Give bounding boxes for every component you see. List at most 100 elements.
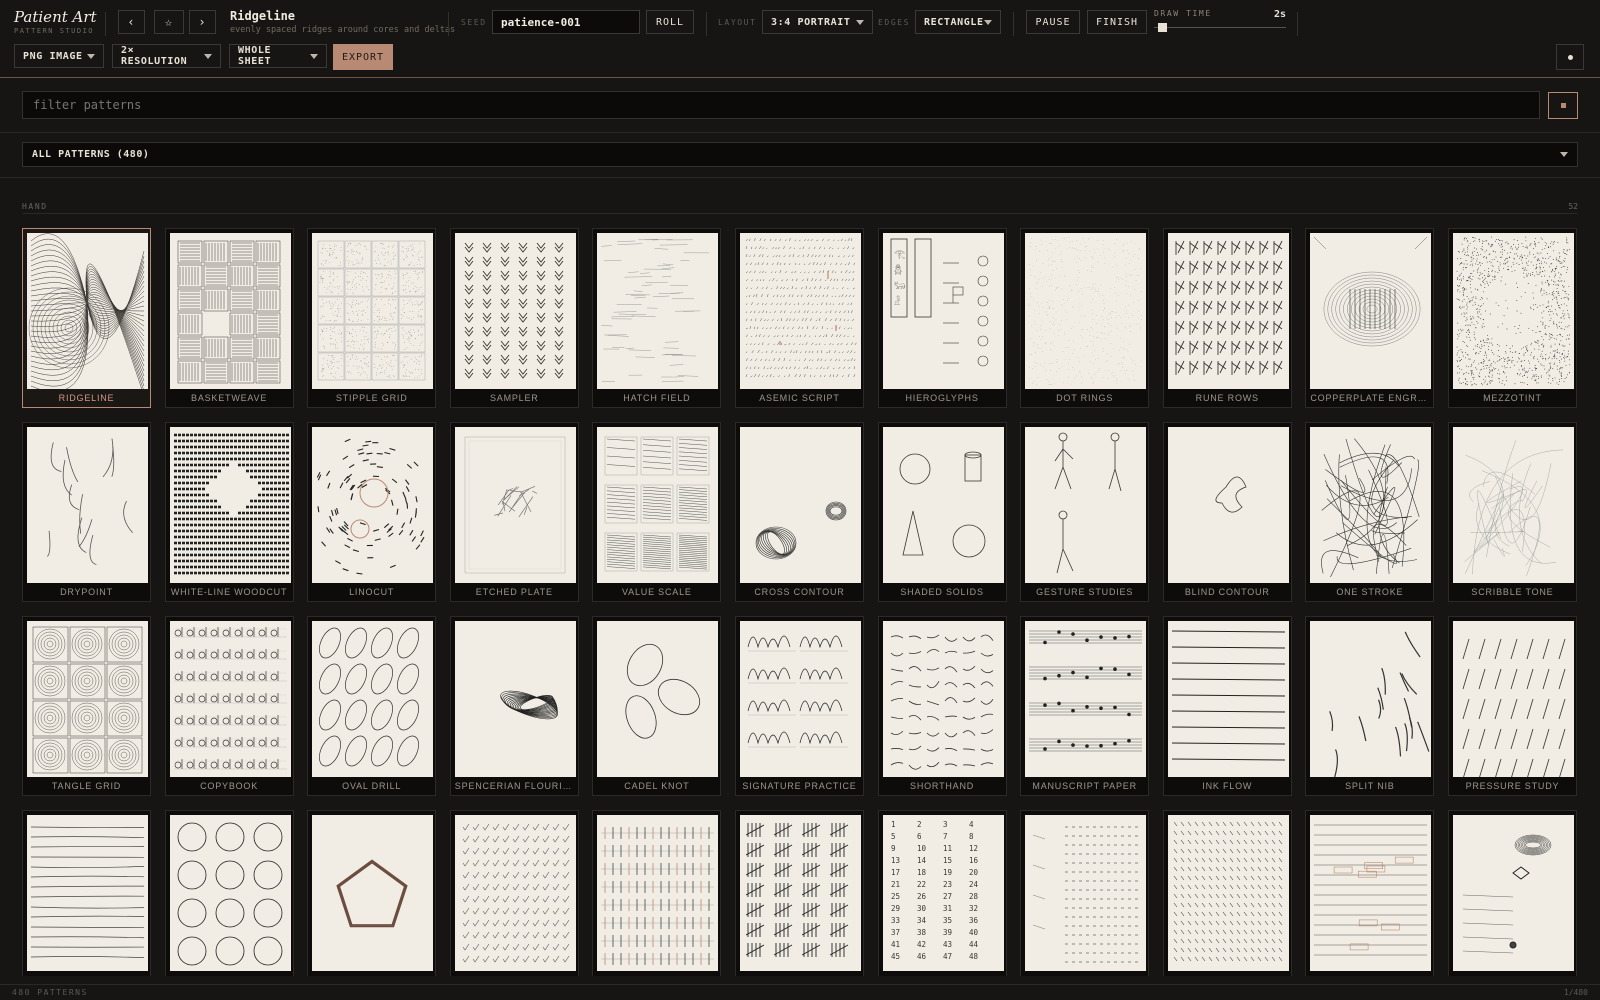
prev-pattern-button[interactable]: ‹	[118, 10, 145, 34]
pattern-card-label: ONE STROKE	[1336, 587, 1404, 597]
seed-input[interactable]	[492, 10, 640, 34]
pattern-card-manuscript[interactable]: MANUSCRIPT PAPER	[1020, 616, 1150, 796]
pattern-card-pentagon[interactable]: REPEAT DRAWING	[307, 810, 437, 976]
pattern-card-flourish[interactable]: SPENCERIAN FLOURISH	[449, 616, 579, 796]
pattern-card-tangle[interactable]: TANGLE GRID	[22, 616, 151, 796]
pattern-card-stipple[interactable]: STIPPLE GRID	[307, 228, 437, 408]
pattern-card-label: TANGLE GRID	[51, 781, 122, 791]
pattern-card-label: MARGINALIA	[1021, 975, 1148, 976]
svg-text:46: 46	[917, 952, 927, 961]
pattern-card-straight[interactable]: STRAIGHT LINE ATTEMPT	[22, 810, 151, 976]
pattern-card-valuescale[interactable]: VALUE SCALE	[592, 422, 722, 602]
pattern-card-blind[interactable]: BLIND CONTOUR	[1162, 422, 1292, 602]
svg-text:1: 1	[891, 820, 896, 829]
export-resolution-select[interactable]: 2× RESOLUTION	[112, 44, 221, 68]
export-format-select[interactable]: PNG IMAGE	[14, 44, 104, 68]
svg-text:43: 43	[943, 940, 952, 949]
pattern-card-label: BASKETWEAVE	[191, 393, 268, 403]
pattern-card-signature[interactable]: SIGNATURE PRACTICE	[734, 616, 864, 796]
grid-view-toggle[interactable]	[1548, 92, 1578, 119]
svg-text:7: 7	[943, 832, 948, 841]
pattern-card-circles[interactable]: FREEHAND CIRCLES	[164, 810, 294, 976]
pattern-card-ridgeline[interactable]: RIDGELINE	[22, 228, 151, 408]
roll-button[interactable]: ROLL	[646, 10, 694, 34]
pattern-card-scribble[interactable]: ONE STROKE	[1305, 422, 1435, 602]
pattern-card-etched[interactable]: ETCHED PLATE	[449, 422, 579, 602]
export-scope-select[interactable]: WHOLE SHEET	[229, 44, 327, 68]
pattern-card-palimpsest[interactable]: PALIMPSEST	[1162, 810, 1292, 976]
pattern-card-label: LINOCUT	[349, 587, 395, 597]
svg-text:𓃒: 𓃒	[894, 281, 905, 292]
svg-text:5: 5	[891, 832, 896, 841]
pattern-card-splitnib[interactable]: SPLIT NIB	[1305, 616, 1435, 796]
pattern-card-woodcut[interactable]: WHITE-LINE WOODCUT	[164, 422, 294, 602]
pattern-card-shorthand[interactable]: SHORTHAND	[877, 616, 1007, 796]
pattern-card-mezzotint[interactable]: MEZZOTINT	[1447, 228, 1577, 408]
divider	[448, 12, 449, 36]
svg-text:4: 4	[969, 820, 974, 829]
svg-text:14: 14	[917, 856, 927, 865]
pattern-card-metronome[interactable]: METRONOME	[592, 810, 722, 976]
pattern-card-ovals[interactable]: OVAL DRILL	[307, 616, 437, 796]
pattern-thumbnail	[739, 815, 861, 971]
pattern-card-scribblelight[interactable]: SCRIBBLE TONE	[1447, 422, 1577, 602]
draw-time-slider-thumb[interactable]	[1157, 23, 1167, 32]
pattern-card-knot[interactable]: CADEL KNOT	[592, 616, 722, 796]
pattern-card-label: MANUSCRIPT PAPER	[1032, 781, 1137, 791]
category-select[interactable]: ALL PATTERNS (480)	[22, 142, 1578, 167]
export-button[interactable]: EXPORT	[333, 44, 393, 70]
pattern-card-counting[interactable]: 1 2 3 4 5 6 7 8 9 10 11 12 13 14 15 16 17 18 19 20 21 22 23 24 2…	[877, 810, 1007, 976]
layout-select[interactable]: 3:4 PORTRAIT	[762, 10, 873, 34]
pattern-card-erasure[interactable]: ERASURE	[1305, 810, 1435, 976]
pattern-card-hieroglyphs[interactable]: 𓂀 𓆣 𓃒 𓁐 HIEROGLYPHS	[877, 228, 1007, 408]
pattern-card-label: SHADED SOLIDS	[900, 587, 984, 597]
edges-select[interactable]: RECTANGLE	[915, 10, 1001, 34]
pattern-card-runes[interactable]: RUNE ROWS	[1162, 228, 1292, 408]
svg-text:47: 47	[943, 952, 952, 961]
status-bar: 480 PATTERNS 1/480	[0, 984, 1600, 1000]
pause-button[interactable]: PAUSE	[1026, 10, 1080, 34]
svg-text:10: 10	[917, 844, 927, 853]
pattern-card-label: COPPERPLATE ENGRAVING	[1310, 393, 1433, 403]
pattern-card-pressure[interactable]: PRESSURE STUDY	[1447, 616, 1577, 796]
pattern-card-solids[interactable]: SHADED SOLIDS	[877, 422, 1007, 602]
pattern-card-copperplate[interactable]: COPPERPLATE ENGRAVING	[1305, 228, 1435, 408]
pattern-card-inkflow[interactable]: INK FLOW	[1162, 616, 1292, 796]
pattern-card-label: GESTURE STUDIES	[1036, 587, 1134, 597]
svg-text:19: 19	[943, 868, 952, 877]
pattern-card-gesture[interactable]: GESTURE STUDIES	[1020, 422, 1150, 602]
pattern-card-label: METRONOME	[593, 975, 720, 976]
pattern-card-label: ASEMIC SCRIPT	[759, 393, 840, 403]
section-title: HAND	[22, 202, 48, 211]
settings-button[interactable]	[1556, 44, 1584, 70]
finish-button[interactable]: FINISH	[1087, 10, 1147, 34]
pattern-thumbnail	[312, 427, 434, 583]
svg-text:9: 9	[891, 844, 896, 853]
pattern-card-sampler[interactable]: SAMPLER	[449, 228, 579, 408]
pattern-card-basketweave[interactable]: BASKETWEAVE	[164, 228, 294, 408]
pattern-card-linocut[interactable]: LINOCUT	[307, 422, 437, 602]
pattern-card-marginalia[interactable]: MARGINALIA	[1020, 810, 1150, 976]
filter-input[interactable]	[22, 91, 1540, 119]
pattern-count: 480 PATTERNS	[12, 988, 88, 997]
svg-text:23: 23	[943, 880, 952, 889]
pattern-card-copybook[interactable]: COPYBOOK	[164, 616, 294, 796]
divider	[1013, 12, 1014, 36]
pattern-thumbnail	[1452, 427, 1574, 583]
pattern-thumbnail	[1167, 621, 1289, 777]
draw-time-slider[interactable]	[1154, 27, 1286, 28]
pattern-card-nibtest[interactable]: NIB TEST SHEET	[1447, 810, 1577, 976]
pattern-card-asemic[interactable]: ASEMIC SCRIPT	[734, 228, 864, 408]
pattern-card-fatigue[interactable]: FATIGUE	[449, 810, 579, 976]
pattern-description: evenly spaced ridges around cores and de…	[230, 25, 456, 35]
pattern-card-dots[interactable]: DOT RINGS	[1020, 228, 1150, 408]
pattern-card-crosscontour[interactable]: CROSS CONTOUR	[734, 422, 864, 602]
pattern-card-hatch[interactable]: HATCH FIELD	[592, 228, 722, 408]
pattern-card-tally[interactable]: TALLY WALL	[734, 810, 864, 976]
pattern-thumbnail	[454, 621, 576, 777]
pattern-card-drypoint[interactable]: DRYPOINT	[22, 422, 151, 602]
favorite-button[interactable]: ☆	[154, 10, 184, 34]
next-pattern-button[interactable]: ›	[189, 10, 216, 34]
pattern-thumbnail	[27, 621, 148, 777]
svg-text:2: 2	[917, 820, 922, 829]
